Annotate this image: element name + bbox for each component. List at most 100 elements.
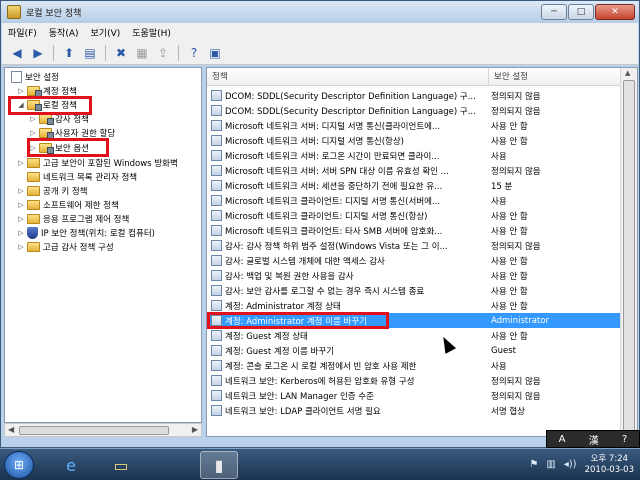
policy-setting-value: 사용 안 함 bbox=[491, 331, 528, 342]
taskbar: ⊞ e ▭ ▮ ⚑ ▥ ◂)) 오후 7:24 2010-03-03 bbox=[0, 448, 640, 480]
delete-button[interactable]: ✖ bbox=[112, 44, 130, 62]
policy-name-cell: 감사: 백업 및 복원 권한 사용을 감사 bbox=[207, 270, 489, 282]
internet-explorer-icon[interactable]: e bbox=[52, 451, 90, 479]
policy-row[interactable]: Microsoft 네트워크 서버: 디지털 서명 통신(항상) 사용 안 함 bbox=[207, 133, 621, 148]
properties-button[interactable]: ▦ bbox=[133, 44, 151, 62]
ime-help-button[interactable]: ? bbox=[622, 434, 627, 445]
policy-row[interactable]: DCOM: SDDL(Security Descriptor Definitio… bbox=[207, 88, 621, 103]
tree-item-software-restriction[interactable]: ▷ 소프트웨어 제한 정책 bbox=[17, 198, 119, 212]
policy-name: 감사: 백업 및 복원 권한 사용을 감사 bbox=[225, 271, 354, 282]
policy-icon bbox=[211, 255, 222, 266]
expand-arrow-icon[interactable]: ▷ bbox=[29, 129, 37, 137]
policy-row[interactable]: Microsoft 네트워크 클라이언트: 타사 SMB 서버에 암호화... 사… bbox=[207, 223, 621, 238]
policy-icon bbox=[211, 105, 222, 116]
menu-file[interactable]: 파일(F) bbox=[8, 26, 37, 39]
policy-row[interactable]: Microsoft 네트워크 서버: 서버 SPN 대상 이름 유효성 확인 .… bbox=[207, 163, 621, 178]
policy-name-cell: Microsoft 네트워크 클라이언트: 타사 SMB 서버에 암호화... bbox=[207, 225, 489, 237]
policy-row[interactable]: 계정: Administrator 계정 상태 사용 안 함 bbox=[207, 298, 621, 313]
policy-row[interactable]: Microsoft 네트워크 클라이언트: 디지털 서명 통신(서버에... 사용 bbox=[207, 193, 621, 208]
forward-button[interactable]: ▶ bbox=[29, 44, 47, 62]
flag-icon[interactable]: ⚑ bbox=[529, 459, 538, 470]
policy-name-cell: 계정: 콘솔 로그온 시 로컬 계정에서 빈 암호 사용 제한 bbox=[207, 360, 489, 372]
title-bar[interactable]: 로컬 보안 정책 ─ □ ✕ bbox=[1, 1, 639, 23]
volume-icon[interactable]: ◂)) bbox=[564, 459, 577, 470]
policy-row[interactable]: Microsoft 네트워크 서버: 로그온 시간이 만료되면 클라이... 사용 bbox=[207, 148, 621, 163]
policy-row[interactable]: Microsoft 네트워크 서버: 디지털 서명 통신(클라이언트에... 사용… bbox=[207, 118, 621, 133]
policy-name-cell: Microsoft 네트워크 서버: 세션을 중단하기 전에 필요한 유... bbox=[207, 180, 489, 192]
policy-row[interactable]: 네트워크 보안: LDAP 클라이언트 서명 필요 서명 협상 bbox=[207, 403, 621, 418]
expand-arrow-icon[interactable]: ▷ bbox=[17, 215, 25, 223]
policy-row[interactable]: 계정: Guest 계정 상태 사용 안 함 bbox=[207, 328, 621, 343]
expand-arrow-icon[interactable]: ▷ bbox=[29, 115, 37, 123]
tree-item-advanced-audit[interactable]: ▷ 고급 감사 정책 구성 bbox=[17, 240, 114, 254]
window-title: 로컬 보안 정책 bbox=[26, 8, 82, 19]
tree-item-public-key-policies[interactable]: ▷ 공개 키 정책 bbox=[17, 184, 88, 198]
expand-arrow-icon[interactable]: ▷ bbox=[17, 201, 25, 209]
menu-view[interactable]: 보기(V) bbox=[91, 26, 121, 39]
expand-arrow-icon[interactable]: ▷ bbox=[17, 159, 25, 167]
policy-row[interactable]: 감사: 글로벌 시스템 개체에 대한 액세스 감사 사용 안 함 bbox=[207, 253, 621, 268]
expand-arrow-icon[interactable]: ▷ bbox=[17, 187, 25, 195]
policy-row[interactable]: Microsoft 네트워크 클라이언트: 디지털 서명 통신(항상) 사용 안 … bbox=[207, 208, 621, 223]
policy-folder-icon bbox=[39, 128, 54, 139]
policy-list-pane[interactable]: 정책 보안 설정 DCOM: SDDL(Security Descriptor … bbox=[206, 67, 638, 437]
menu-action[interactable]: 동작(A) bbox=[49, 26, 79, 39]
policy-name: 감사: 보안 감사를 로그할 수 없는 경우 즉시 시스템 종료 bbox=[225, 286, 425, 297]
scroll-thumb[interactable] bbox=[19, 426, 169, 435]
policy-row[interactable]: 감사: 감사 정책 하위 범주 설정(Windows Vista 또는 그 이.… bbox=[207, 238, 621, 253]
up-folder-button[interactable]: ⬆ bbox=[60, 44, 78, 62]
policy-row[interactable]: 네트워크 보안: Kerberos에 허용된 암호화 유형 구성 정의되지 않음 bbox=[207, 373, 621, 388]
tree-pane[interactable]: 보안 설정 ▷ 계정 정책 ◢ 로컬 정책 ▷ 감사 정책 ▷ 사용자 권한 할… bbox=[4, 67, 202, 423]
scroll-up-arrow-icon[interactable]: ▲ bbox=[625, 69, 630, 77]
ime-mode-button[interactable]: A bbox=[559, 434, 566, 445]
tree-item-application-control[interactable]: ▷ 응용 프로그램 제어 정책 bbox=[17, 212, 129, 226]
network-icon[interactable]: ▥ bbox=[546, 459, 555, 470]
expand-arrow-icon[interactable]: ▷ bbox=[17, 243, 25, 251]
view-button[interactable]: ▣ bbox=[206, 44, 224, 62]
show-hide-tree-button[interactable]: ▤ bbox=[81, 44, 99, 62]
security-settings-icon bbox=[11, 71, 22, 83]
maximize-button[interactable]: □ bbox=[568, 4, 594, 20]
scroll-right-arrow-icon[interactable]: ▶ bbox=[192, 425, 198, 434]
list-vertical-scrollbar[interactable]: ▲ bbox=[620, 68, 637, 436]
windows-explorer-icon[interactable]: ▭ bbox=[102, 451, 140, 479]
policy-setting-value: 정의되지 않음 bbox=[491, 391, 541, 402]
expand-arrow-icon[interactable]: ▷ bbox=[17, 229, 25, 237]
scroll-left-arrow-icon[interactable]: ◀ bbox=[8, 425, 14, 434]
expand-arrow-icon[interactable]: ▷ bbox=[17, 87, 25, 95]
column-header-policy[interactable]: 정책 bbox=[207, 68, 489, 86]
column-header-setting[interactable]: 보안 설정 bbox=[489, 68, 621, 86]
policy-setting-value: 사용 bbox=[491, 361, 507, 372]
policy-row[interactable]: 계정: Guest 계정 이름 바꾸기 Guest bbox=[207, 343, 621, 358]
menu-help[interactable]: 도움말(H) bbox=[132, 26, 171, 39]
policy-setting-value: 사용 안 함 bbox=[491, 256, 528, 267]
policy-row[interactable]: 감사: 보안 감사를 로그할 수 없는 경우 즉시 시스템 종료 사용 안 함 bbox=[207, 283, 621, 298]
clock[interactable]: 오후 7:24 2010-03-03 bbox=[585, 454, 634, 476]
policy-row[interactable]: Microsoft 네트워크 서버: 세션을 중단하기 전에 필요한 유... 1… bbox=[207, 178, 621, 193]
export-list-button[interactable]: ⇪ bbox=[154, 44, 172, 62]
toolbar: ◀ ▶ ⬆ ▤ ✖ ▦ ⇪ ? ▣ bbox=[2, 41, 638, 65]
help-button[interactable]: ? bbox=[185, 44, 203, 62]
policy-icon bbox=[211, 135, 222, 146]
policy-row[interactable]: 계정: 콘솔 로그온 시 로컬 계정에서 빈 암호 사용 제한 사용 bbox=[207, 358, 621, 373]
policy-name-cell: 계정: Administrator 계정 상태 bbox=[207, 300, 489, 312]
scroll-thumb[interactable] bbox=[623, 80, 635, 435]
tree-item-ip-security[interactable]: ▷ IP 보안 정책(위치: 로컬 컴퓨터) bbox=[17, 226, 155, 240]
tree-item-security-settings[interactable]: 보안 설정 bbox=[9, 70, 59, 84]
policy-row[interactable]: 네트워크 보안: LAN Manager 인증 수준 정의되지 않음 bbox=[207, 388, 621, 403]
tree-item-network-list-manager[interactable]: 네트워크 목록 관리자 정책 bbox=[17, 170, 137, 184]
minimize-button[interactable]: ─ bbox=[541, 4, 567, 20]
policy-name-cell: 네트워크 보안: LAN Manager 인증 수준 bbox=[207, 390, 489, 402]
policy-icon bbox=[211, 210, 222, 221]
back-button[interactable]: ◀ bbox=[8, 44, 26, 62]
start-button[interactable]: ⊞ bbox=[4, 451, 34, 479]
policy-row[interactable]: DCOM: SDDL(Security Descriptor Definitio… bbox=[207, 103, 621, 118]
tree-horizontal-scrollbar[interactable]: ◀ ▶ bbox=[4, 423, 202, 437]
local-security-policy-taskbar-icon[interactable]: ▮ bbox=[200, 451, 238, 479]
ime-hanja-button[interactable]: 漢 bbox=[589, 432, 599, 447]
policy-setting-value: 사용 bbox=[491, 151, 507, 162]
ime-language-bar[interactable]: A 漢 ? bbox=[546, 430, 640, 448]
tree-item-windows-firewall[interactable]: ▷ 고급 보안이 포함된 Windows 방화벽 bbox=[17, 156, 178, 170]
close-button[interactable]: ✕ bbox=[595, 4, 635, 20]
policy-row[interactable]: 감사: 백업 및 복원 권한 사용을 감사 사용 안 함 bbox=[207, 268, 621, 283]
